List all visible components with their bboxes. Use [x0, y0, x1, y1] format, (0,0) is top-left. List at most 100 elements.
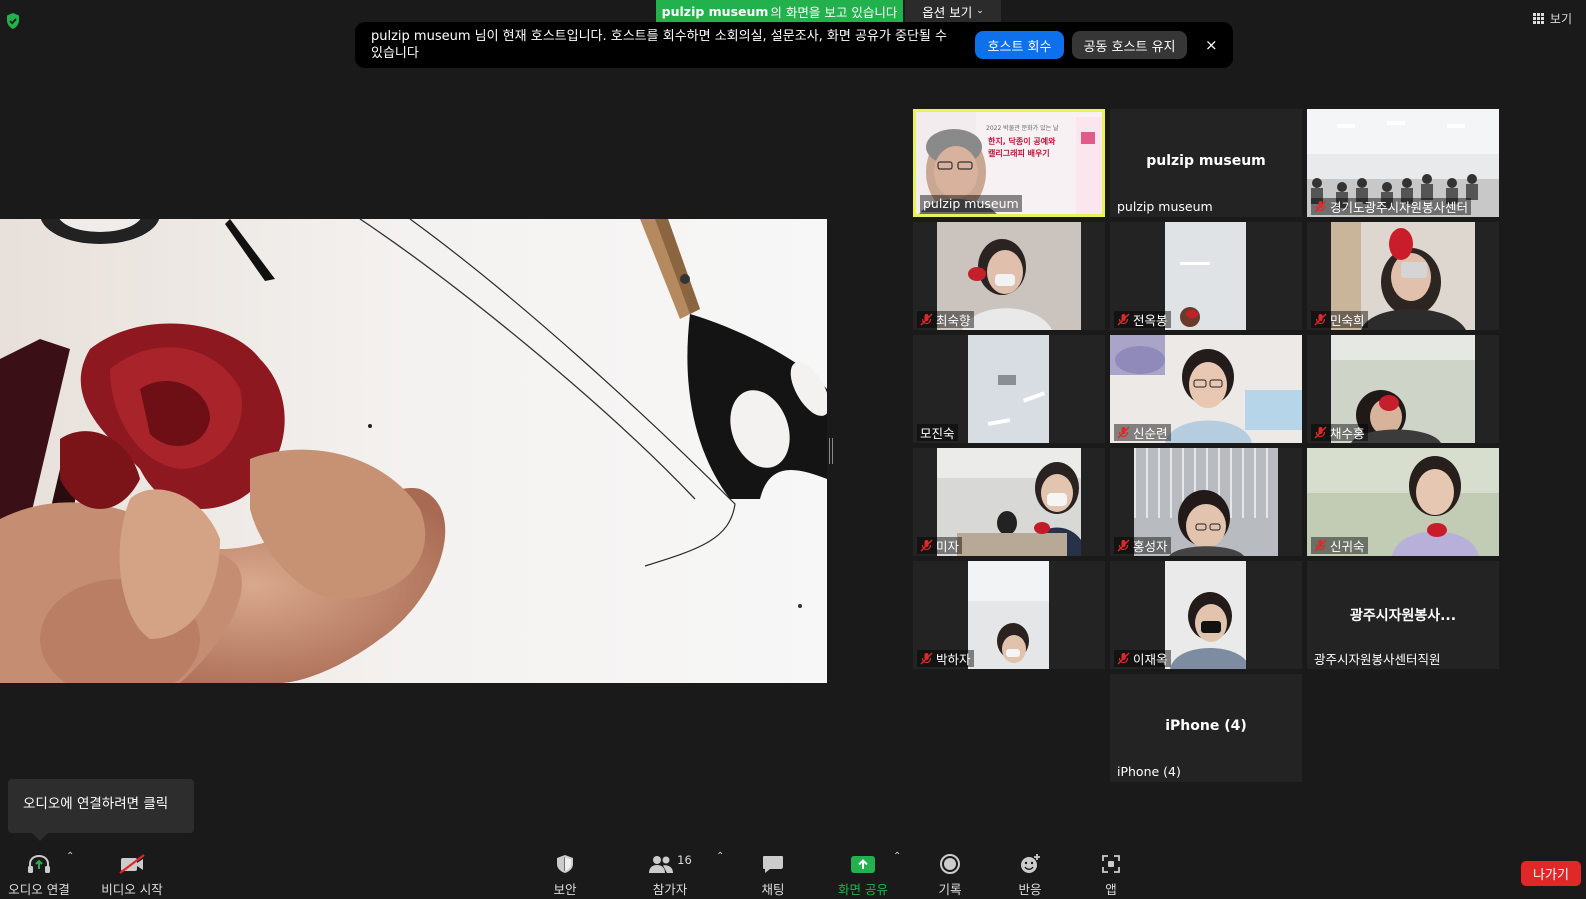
security-button[interactable]: 보안 — [540, 843, 590, 899]
view-button[interactable]: 보기 — [1532, 10, 1572, 27]
participant-tile[interactable]: 경기도광주시자원봉사센터 — [1307, 109, 1499, 217]
meeting-toolbar: 오디오 연결 ⌃ 비디오 시작 보안 16 참가자 ⌃ 채팅 화면 공유 ⌃ 기… — [0, 843, 1586, 899]
participant-tile[interactable]: 민숙희 — [1307, 222, 1499, 330]
participant-name: 채수홍 — [1330, 426, 1365, 441]
participant-tile[interactable]: 전옥봉 — [1110, 222, 1302, 330]
share-banner-text: 의 화면을 보고 있습니다 — [770, 4, 898, 20]
participants-button[interactable]: 16 참가자 — [640, 843, 700, 899]
participant-tile[interactable]: pulzip museum pulzip museum — [1110, 109, 1302, 217]
participant-name: 신귀숙 — [1330, 539, 1365, 554]
participant-tile[interactable]: 광주시자원봉사... 광주시자원봉사센터직원 — [1307, 561, 1499, 669]
participant-name: pulzip museum — [923, 196, 1019, 211]
participant-name-tag: 광주시자원봉사센터직원 — [1311, 650, 1444, 667]
participant-name: 홍성자 — [1133, 539, 1168, 554]
mic-muted-icon — [1314, 313, 1327, 326]
participant-name: 신순련 — [1133, 426, 1168, 441]
participant-tile[interactable]: 신귀숙 — [1307, 448, 1499, 556]
participant-video — [1165, 222, 1246, 330]
panel-splitter-handle[interactable] — [829, 438, 835, 464]
start-video-button[interactable]: 비디오 시작 — [99, 843, 165, 899]
participant-name-tag: pulzip museum — [1114, 198, 1216, 215]
mic-muted-icon — [1314, 539, 1327, 552]
participant-name-tag: 신귀숙 — [1311, 537, 1368, 554]
mic-muted-icon — [920, 652, 933, 665]
share-options-caret-icon[interactable]: ⌃ — [893, 851, 901, 862]
mic-muted-icon — [1314, 200, 1327, 213]
participant-name: pulzip museum — [1117, 199, 1213, 214]
video-off-icon — [119, 854, 145, 874]
participant-tile[interactable]: 2022 박물관 문화가 있는 날 한지, 닥종이 공예와 캘리그래피 배우기 … — [913, 109, 1105, 217]
host-notice-bar: pulzip museum 님이 현재 호스트입니다. 호스트를 회수하면 소회… — [355, 22, 1233, 68]
mic-muted-icon — [920, 313, 933, 326]
participant-name-tag: 모진숙 — [917, 424, 958, 441]
svg-text:캘리그래피 배우기: 캘리그래피 배우기 — [988, 148, 1050, 158]
participant-video — [968, 561, 1049, 669]
participant-tile[interactable]: 미자 — [913, 448, 1105, 556]
participant-name-tag: iPhone (4) — [1114, 763, 1184, 780]
participant-name-tag: 박하자 — [917, 650, 974, 667]
participant-name-tag: 미자 — [917, 537, 963, 554]
reclaim-host-button[interactable]: 호스트 회수 — [975, 31, 1064, 59]
view-options-label: 옵션 보기 — [922, 4, 973, 20]
participant-tile[interactable]: 박하자 — [913, 561, 1105, 669]
mic-muted-icon — [1117, 426, 1130, 439]
participants-label: 참가자 — [652, 882, 688, 897]
sharer-name: pulzip museum — [661, 3, 769, 19]
participant-name-tag: 홍성자 — [1114, 537, 1171, 554]
apps-button[interactable]: 앱 — [1086, 843, 1136, 899]
view-options-button[interactable]: 옵션 보기 ⌄ — [905, 0, 1001, 22]
participant-tile[interactable]: 이재옥 — [1110, 561, 1302, 669]
participant-tile[interactable]: 모진숙 — [913, 335, 1105, 443]
participant-name-tag: 채수홍 — [1311, 424, 1368, 441]
audio-options-caret-icon[interactable]: ⌃ — [66, 851, 74, 862]
participant-name: 민숙희 — [1330, 313, 1365, 328]
view-button-label: 보기 — [1549, 12, 1572, 26]
chat-label: 채팅 — [761, 882, 785, 897]
grid-view-icon — [1532, 12, 1545, 25]
participant-count: 16 — [677, 853, 692, 867]
share-screen-icon — [851, 856, 875, 873]
participant-name: 미자 — [936, 539, 960, 554]
svg-text:한지, 닥종이 공예와: 한지, 닥종이 공예와 — [988, 136, 1056, 146]
shield-check-icon[interactable] — [5, 12, 21, 30]
participant-tile[interactable]: 홍성자 — [1110, 448, 1302, 556]
share-screen-button[interactable]: 화면 공유 — [830, 843, 896, 899]
record-icon — [940, 854, 960, 874]
mic-muted-icon — [920, 539, 933, 552]
people-icon — [649, 856, 674, 873]
mic-muted-icon — [1314, 426, 1327, 439]
participant-display-name: iPhone (4) — [1165, 718, 1247, 734]
record-button[interactable]: 기록 — [925, 843, 975, 899]
audio-tooltip: 오디오에 연결하려면 클릭 — [8, 779, 194, 841]
participant-name-tag: 경기도광주시자원봉사센터 — [1311, 198, 1472, 215]
apps-icon — [1102, 855, 1120, 873]
participants-options-caret-icon[interactable]: ⌃ — [716, 851, 724, 862]
chevron-down-icon: ⌄ — [976, 6, 984, 16]
chat-button[interactable]: 채팅 — [748, 843, 798, 899]
svg-text:2022 박물관 문화가 있는 날: 2022 박물관 문화가 있는 날 — [986, 124, 1059, 132]
participant-name: iPhone (4) — [1117, 764, 1181, 779]
share-screen-label: 화면 공유 — [838, 882, 888, 897]
participant-name: 경기도광주시자원봉사센터 — [1330, 200, 1469, 215]
shared-screen-image — [0, 219, 827, 683]
reactions-label: 반응 — [1018, 882, 1042, 897]
participant-video — [968, 335, 1049, 443]
close-icon[interactable]: × — [1205, 36, 1218, 54]
participant-tile[interactable]: iPhone (4) iPhone (4) — [1110, 674, 1302, 782]
keep-cohost-button[interactable]: 공동 호스트 유지 — [1072, 31, 1187, 59]
headphones-icon — [28, 854, 50, 873]
participant-name-tag: pulzip museum — [920, 195, 1022, 212]
reactions-button[interactable]: 반응 — [1005, 843, 1055, 899]
join-audio-button[interactable]: 오디오 연결 — [6, 843, 72, 899]
join-audio-label: 오디오 연결 — [8, 882, 70, 897]
participant-tile[interactable]: 신순련 — [1110, 335, 1302, 443]
participant-name: 이재옥 — [1133, 652, 1168, 667]
shared-screen-view[interactable] — [0, 219, 827, 683]
participant-tile[interactable]: 최숙향 — [913, 222, 1105, 330]
participant-name: 박하자 — [936, 652, 971, 667]
participant-display-name: 광주시자원봉사... — [1349, 608, 1457, 624]
leave-meeting-button[interactable]: 나가기 — [1521, 861, 1581, 886]
participant-tile[interactable]: 채수홍 — [1307, 335, 1499, 443]
mic-muted-icon — [1117, 539, 1130, 552]
zoom-meeting-window: pulzip museum 의 화면을 보고 있습니다 옵션 보기 ⌄ 보기 p… — [0, 0, 1586, 899]
